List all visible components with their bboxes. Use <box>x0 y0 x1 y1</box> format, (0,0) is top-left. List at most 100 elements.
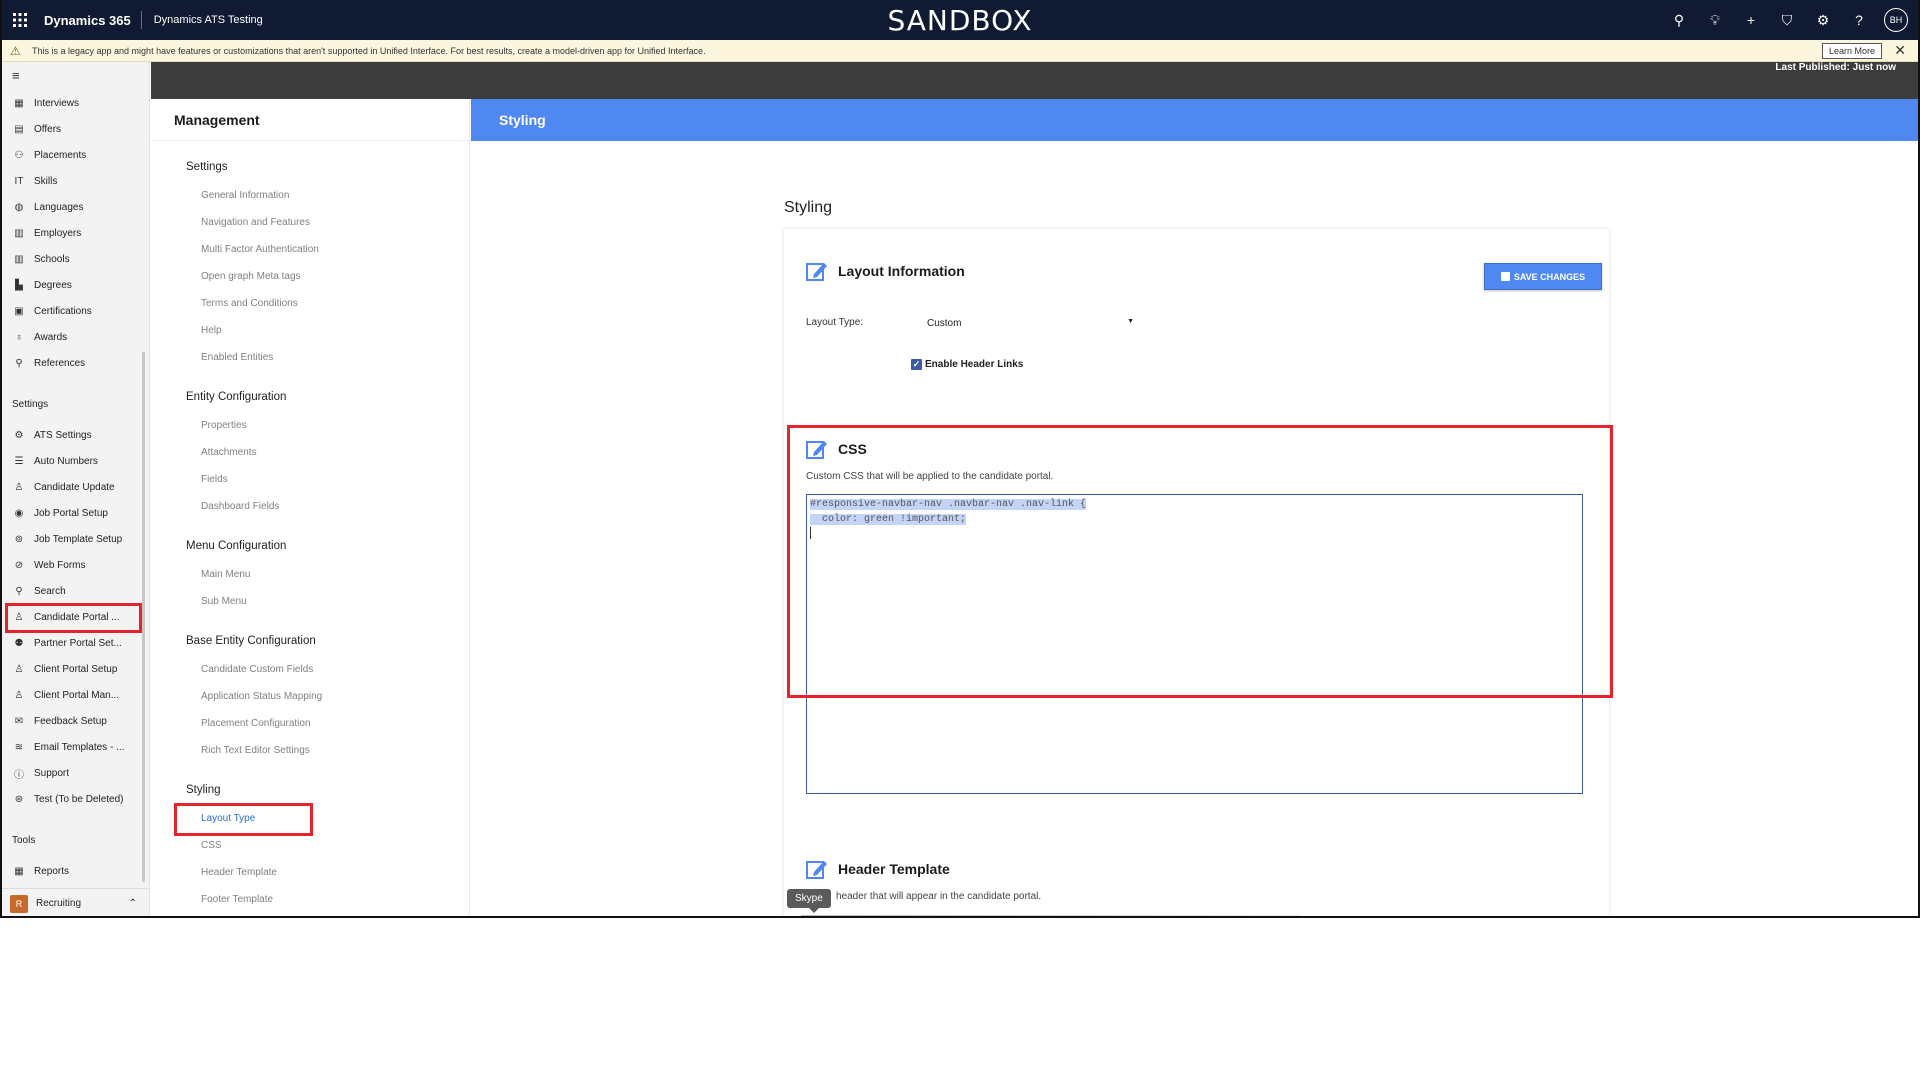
css-editor[interactable]: #responsive-navbar-nav .navbar-nav .nav-… <box>806 494 1583 794</box>
link-general-information[interactable]: General Information <box>201 190 289 201</box>
sidebar-item-job-template-setup[interactable]: ⊚ Job Template Setup <box>2 527 142 551</box>
layout-type-select[interactable]: Custom ▼ <box>924 314 1134 332</box>
environment-label: SANDBOX <box>887 4 1033 37</box>
lightbulb-icon[interactable]: 💡︎ <box>1704 9 1726 31</box>
globe-icon: ◍ <box>14 201 24 213</box>
hamburger-icon[interactable]: ≡ <box>2 62 149 84</box>
link-footer-template[interactable]: Footer Template <box>201 894 273 905</box>
help-icon[interactable]: ? <box>1848 9 1870 31</box>
link-application-status-mapping[interactable]: Application Status Mapping <box>201 691 322 702</box>
sidebar-item-reports[interactable]: ▦ Reports <box>2 859 142 883</box>
text-cursor <box>810 527 811 540</box>
sidebar-item-skills[interactable]: IT Skills <box>2 169 142 193</box>
gear-icon[interactable]: ⚙ <box>1812 9 1834 31</box>
filter-icon[interactable]: ⛉ <box>1776 9 1798 31</box>
people-icon: ⚇ <box>14 149 24 161</box>
topbar-actions: ⚲ 💡︎ + ⛉ ⚙ ? BH <box>1668 0 1908 40</box>
app-window: Dynamics 365 Dynamics ATS Testing SANDBO… <box>0 0 1920 918</box>
section-settings: Settings <box>186 161 228 173</box>
sidebar-item-references[interactable]: ⚲ References <box>2 351 142 375</box>
learn-more-button[interactable]: Learn More <box>1821 43 1882 59</box>
skype-tooltip: Skype <box>787 889 831 913</box>
sidebar-item-schools[interactable]: ▥ Schools <box>2 247 142 271</box>
chevron-down-icon: ▼ <box>1127 318 1134 325</box>
link-header-template[interactable]: Header Template <box>201 867 277 878</box>
styling-header: Styling <box>471 99 1918 141</box>
page-title: Styling <box>784 199 833 216</box>
link-help[interactable]: Help <box>201 325 222 336</box>
list-icon: ☰ <box>14 455 24 467</box>
avatar[interactable]: BH <box>1884 8 1908 32</box>
sidebar-item-support[interactable]: ⓘ Support <box>2 761 142 785</box>
certificate-icon: ▣ <box>14 305 24 317</box>
sidebar-item-ats-settings[interactable]: ⚙ ATS Settings <box>2 423 142 447</box>
stack-icon: ≋ <box>14 741 24 753</box>
enable-header-links-row[interactable]: ✓ Enable Header Links <box>911 359 1023 370</box>
link-sub-menu[interactable]: Sub Menu <box>201 596 247 607</box>
link-main-menu[interactable]: Main Menu <box>201 569 250 580</box>
link-placement-configuration[interactable]: Placement Configuration <box>201 718 311 729</box>
sidebar-item-feedback-setup[interactable]: ✉ Feedback Setup <box>2 709 142 733</box>
link-rich-text-editor-settings[interactable]: Rich Text Editor Settings <box>201 745 310 756</box>
search-icon[interactable]: ⚲ <box>1668 9 1690 31</box>
book-icon: ▙ <box>15 279 23 291</box>
link-properties[interactable]: Properties <box>201 420 247 431</box>
section-entity-configuration: Entity Configuration <box>186 391 287 403</box>
sidebar-scrollbar[interactable] <box>142 352 145 882</box>
link-attachments[interactable]: Attachments <box>201 447 257 458</box>
person-icon: ♙ <box>14 663 24 675</box>
sidebar-item-job-portal-setup[interactable]: ◉ Job Portal Setup <box>2 501 142 525</box>
sidebar-item-awards[interactable]: ♁ Awards <box>2 325 142 349</box>
link-navigation-features[interactable]: Navigation and Features <box>201 217 310 228</box>
help-icon: ⓘ <box>14 769 24 781</box>
sidebar-item-candidate-portal[interactable]: ♙ Candidate Portal ... <box>2 605 142 629</box>
link-layout-type[interactable]: Layout Type <box>201 813 255 824</box>
sidebar-item-candidate-update[interactable]: ♙ Candidate Update <box>2 475 142 499</box>
link-candidate-custom-fields[interactable]: Candidate Custom Fields <box>201 664 313 675</box>
enable-header-links-checkbox[interactable]: ✓ <box>911 359 922 370</box>
sidebar-item-employers[interactable]: ▥ Employers <box>2 221 142 245</box>
section-base-entity-configuration: Base Entity Configuration <box>186 635 316 647</box>
sidebar-item-web-forms[interactable]: ⊘ Web Forms <box>2 553 142 577</box>
sidebar-item-client-portal-setup[interactable]: ♙ Client Portal Setup <box>2 657 142 681</box>
area-label: Recruiting <box>36 898 82 909</box>
area-switcher[interactable]: R Recruiting ⌃ <box>2 888 149 916</box>
link-css[interactable]: CSS <box>201 840 222 851</box>
app-name[interactable]: Dynamics ATS Testing <box>142 14 263 26</box>
styling-card: Layout Information SAVE CHANGES Layout T… <box>784 229 1609 916</box>
styling-content: Styling Layout Information SAVE CHANGES … <box>471 141 1918 916</box>
area-badge: R <box>10 894 28 913</box>
sidebar-item-offers[interactable]: ▤ Offers <box>2 117 142 141</box>
brand-title[interactable]: Dynamics 365 <box>38 13 141 28</box>
link-open-graph-meta[interactable]: Open graph Meta tags <box>201 271 301 282</box>
feedback-icon: ✉ <box>14 715 24 727</box>
sidebar-item-certifications[interactable]: ▣ Certifications <box>2 299 142 323</box>
sidebar-item-search[interactable]: ⚲ Search <box>2 579 142 603</box>
sidebar-item-test[interactable]: ⊛ Test (To be Deleted) <box>2 787 142 811</box>
link-enabled-entities[interactable]: Enabled Entities <box>201 352 273 363</box>
plus-icon[interactable]: + <box>1740 9 1762 31</box>
close-icon[interactable]: ✕ <box>1894 42 1906 59</box>
template-icon: ⊚ <box>14 533 24 545</box>
link-fields[interactable]: Fields <box>201 474 228 485</box>
sidebar-item-partner-portal[interactable]: ⚉ Partner Portal Set... <box>2 631 142 655</box>
header-template-description: header that will appear in the candidate… <box>836 891 1042 902</box>
sidebar-item-interviews[interactable]: ▦ Interviews <box>2 91 142 115</box>
sidebar-item-degrees[interactable]: ▙ Degrees <box>2 273 142 297</box>
app-launcher-icon[interactable] <box>2 0 38 40</box>
link-terms-conditions[interactable]: Terms and Conditions <box>201 298 298 309</box>
warning-icon: ⚠ <box>10 43 21 58</box>
sidebar-item-placements[interactable]: ⚇ Placements <box>2 143 142 167</box>
layout-type-label: Layout Type: <box>806 317 864 328</box>
gear-icon: ⚙ <box>14 429 24 441</box>
link-dashboard-fields[interactable]: Dashboard Fields <box>201 501 279 512</box>
sidebar-item-client-portal-man[interactable]: ♙ Client Portal Man... <box>2 683 142 707</box>
css-title: CSS <box>806 439 867 459</box>
link-multi-factor-auth[interactable]: Multi Factor Authentication <box>201 244 319 255</box>
sidebar-item-email-templates[interactable]: ≋ Email Templates - ... <box>2 735 142 759</box>
last-published-label: Last Published: Just now <box>1775 62 1896 73</box>
document-icon: ▤ <box>14 123 24 135</box>
sidebar-item-auto-numbers[interactable]: ☰ Auto Numbers <box>2 449 142 473</box>
save-changes-button[interactable]: SAVE CHANGES <box>1484 263 1602 290</box>
sidebar-item-languages[interactable]: ◍ Languages <box>2 195 142 219</box>
